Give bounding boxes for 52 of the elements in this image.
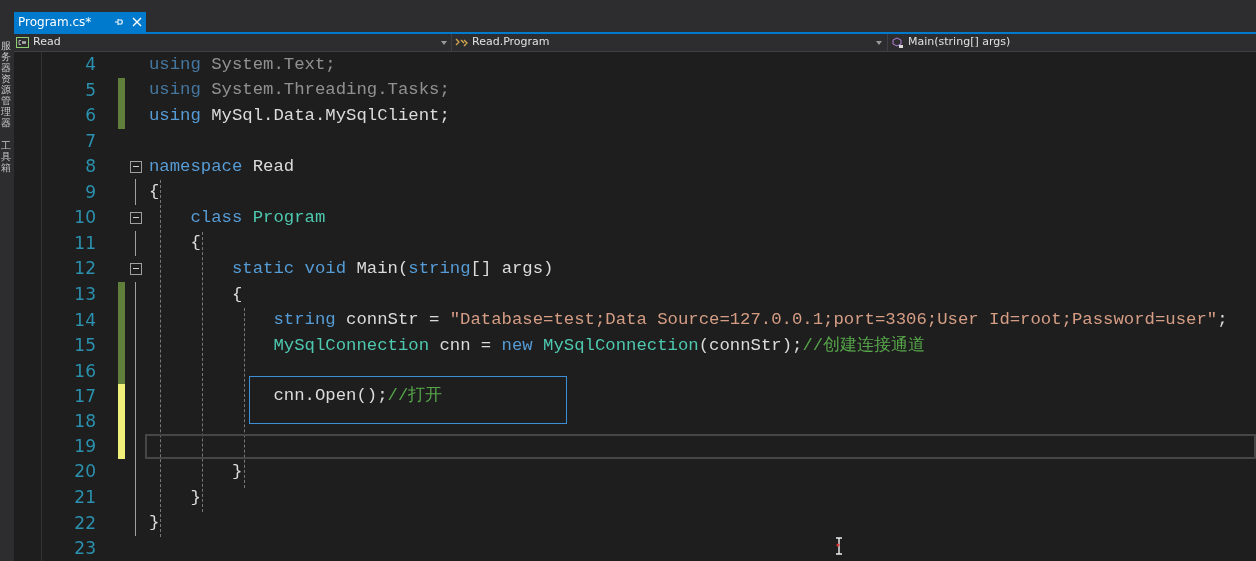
code-line: namespace Read bbox=[149, 155, 295, 178]
code-line: class Program bbox=[189, 206, 326, 229]
document-tab[interactable]: Program.cs* bbox=[14, 12, 146, 32]
tab-title: Program.cs* bbox=[18, 14, 92, 31]
line-number: 22 bbox=[73, 514, 96, 532]
text-cursor-icon bbox=[834, 537, 844, 555]
class-icon bbox=[455, 37, 468, 48]
line-number: 18 bbox=[73, 413, 96, 431]
line-number: 8 bbox=[84, 158, 96, 176]
code-line: { bbox=[230, 283, 243, 306]
line-number: 14 bbox=[73, 311, 96, 329]
code-line: using System.Text; bbox=[149, 53, 336, 76]
line-number: 7 bbox=[84, 132, 96, 150]
pin-icon[interactable] bbox=[114, 17, 124, 27]
code-line: MySqlConnection cnn = new MySqlConnection(connStr);//创建连接通道 bbox=[272, 334, 926, 357]
line-number: 17 bbox=[73, 387, 96, 405]
collapse-icon[interactable] bbox=[130, 211, 142, 224]
side-panel-tab[interactable]: 工具箱 bbox=[1, 140, 11, 173]
line-number: 16 bbox=[73, 362, 96, 380]
code-line: } bbox=[149, 512, 160, 535]
line-number: 6 bbox=[84, 107, 96, 125]
code-line: using MySql.Data.MySqlClient; bbox=[149, 105, 450, 127]
line-number: 20 bbox=[73, 463, 96, 481]
line-number: 15 bbox=[73, 337, 96, 355]
project-dropdown[interactable]: Read bbox=[14, 34, 452, 51]
dropdown-caret-icon bbox=[876, 40, 882, 45]
line-number: 11 bbox=[73, 234, 96, 252]
method-icon bbox=[892, 36, 904, 49]
side-panel-tab[interactable]: 服务器资源管理器 bbox=[1, 40, 11, 128]
member-dropdown[interactable]: Main(string[] args) bbox=[888, 34, 1256, 51]
type-dropdown[interactable]: Read.Program bbox=[452, 34, 888, 51]
line-number: 5 bbox=[84, 81, 96, 99]
line-number: 12 bbox=[73, 260, 96, 278]
line-number: 21 bbox=[73, 489, 96, 507]
line-number: 4 bbox=[84, 56, 96, 74]
close-icon[interactable] bbox=[132, 17, 142, 27]
code-line: using System.Threading.Tasks; bbox=[149, 79, 450, 102]
line-number: 23 bbox=[73, 539, 96, 557]
code-line: { bbox=[149, 181, 160, 204]
line-number: 10 bbox=[73, 209, 96, 227]
code-line: static void Main(string[] args) bbox=[230, 258, 554, 280]
code-line: { bbox=[189, 232, 201, 255]
code-line: cnn.Open();//打开 bbox=[272, 385, 443, 408]
code-line: } bbox=[230, 461, 243, 483]
code-line: } bbox=[189, 486, 201, 509]
dropdown-caret-icon bbox=[441, 40, 447, 45]
collapse-icon[interactable] bbox=[130, 160, 142, 173]
code-line: string connStr = "Database=test;Data Source=127.0.0.1;port=3306;User Id=root;Password=user"; bbox=[272, 309, 1228, 332]
line-number: 9 bbox=[84, 183, 96, 201]
line-number: 19 bbox=[73, 438, 96, 456]
line-number: 13 bbox=[73, 286, 96, 304]
collapse-icon[interactable] bbox=[130, 262, 142, 275]
